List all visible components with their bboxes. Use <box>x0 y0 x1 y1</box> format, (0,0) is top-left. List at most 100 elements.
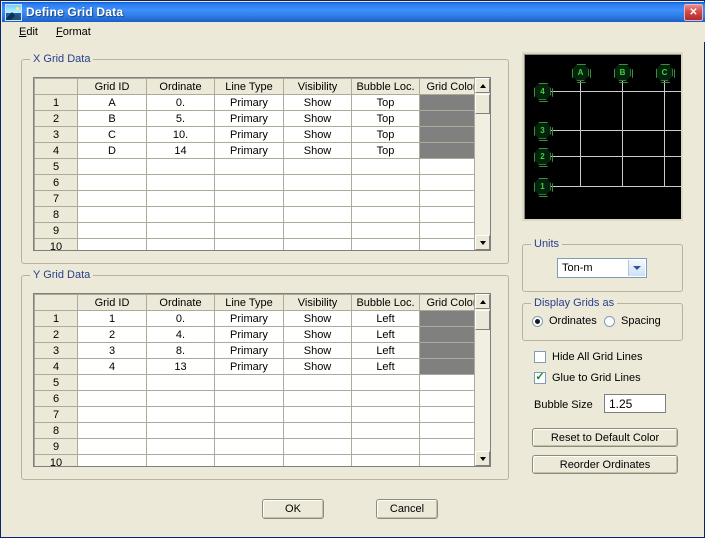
cell-ordinate[interactable] <box>146 222 215 239</box>
cell-rownum[interactable]: 10 <box>34 454 78 466</box>
cell-rownum[interactable]: 6 <box>34 390 78 407</box>
col-header-visibility[interactable]: Visibility <box>283 78 352 95</box>
x-grid-table-container[interactable]: Grid ID Ordinate Line Type Visibility Bu… <box>33 77 491 251</box>
table-row[interactable]: 1 1 0. Primary Show Left <box>34 310 484 327</box>
cell-line-type[interactable] <box>214 422 284 439</box>
table-row[interactable]: 7 <box>34 190 484 207</box>
cell-rownum[interactable]: 2 <box>34 326 78 343</box>
close-icon[interactable]: ✕ <box>684 4 703 21</box>
cell-ordinate[interactable]: 10. <box>146 126 215 143</box>
x-grid-vertical-scrollbar[interactable] <box>474 78 490 250</box>
cell-ordinate[interactable] <box>146 206 215 223</box>
cell-line-type[interactable] <box>214 438 284 455</box>
x-grid-table[interactable]: Grid ID Ordinate Line Type Visibility Bu… <box>34 78 484 250</box>
cell-ordinate[interactable] <box>146 238 215 250</box>
cell-rownum[interactable]: 7 <box>34 190 78 207</box>
cell-rownum[interactable]: 4 <box>34 358 78 375</box>
table-row[interactable]: 5 <box>34 374 484 391</box>
cell-visibility[interactable] <box>283 422 352 439</box>
cell-bubble-loc[interactable]: Left <box>351 310 420 327</box>
col-header-line-type[interactable]: Line Type <box>214 78 284 95</box>
cell-rownum[interactable]: 3 <box>34 126 78 143</box>
table-row[interactable]: 10 <box>34 454 484 466</box>
cell-ordinate[interactable] <box>146 374 215 391</box>
cell-visibility[interactable] <box>283 406 352 423</box>
cell-visibility[interactable] <box>283 438 352 455</box>
table-row[interactable]: 8 <box>34 422 484 439</box>
cell-grid-id[interactable] <box>77 454 147 466</box>
cell-ordinate[interactable]: 0. <box>146 310 215 327</box>
cell-bubble-loc[interactable] <box>351 374 420 391</box>
col-header-ordinate[interactable]: Ordinate <box>146 78 215 95</box>
cell-rownum[interactable]: 3 <box>34 342 78 359</box>
cell-line-type[interactable]: Primary <box>214 142 284 159</box>
checkbox-hide-all-grid-lines-indicator[interactable] <box>534 351 546 363</box>
cell-grid-id[interactable]: A <box>77 94 147 111</box>
cell-grid-id[interactable] <box>77 190 147 207</box>
cell-grid-id[interactable] <box>77 174 147 191</box>
radio-ordinates[interactable]: Ordinates <box>532 315 597 327</box>
cell-ordinate[interactable] <box>146 158 215 175</box>
cell-line-type[interactable] <box>214 374 284 391</box>
cell-line-type[interactable]: Primary <box>214 94 284 111</box>
y-grid-table[interactable]: Grid ID Ordinate Line Type Visibility Bu… <box>34 294 484 466</box>
scroll-thumb[interactable] <box>475 94 490 114</box>
table-row[interactable]: 9 <box>34 222 484 239</box>
cell-line-type[interactable] <box>214 238 284 250</box>
col-header-grid-id[interactable]: Grid ID <box>77 78 147 95</box>
cell-grid-id[interactable] <box>77 374 147 391</box>
cell-bubble-loc[interactable] <box>351 158 420 175</box>
cell-rownum[interactable]: 4 <box>34 142 78 159</box>
checkbox-hide-all-grid-lines[interactable]: Hide All Grid Lines <box>534 351 643 363</box>
radio-ordinates-indicator[interactable] <box>532 315 543 327</box>
radio-spacing-indicator[interactable] <box>604 315 615 327</box>
scroll-thumb[interactable] <box>475 310 490 330</box>
cell-line-type[interactable] <box>214 454 284 466</box>
cell-grid-id[interactable]: 1 <box>77 310 147 327</box>
table-row[interactable]: 7 <box>34 406 484 423</box>
cell-ordinate[interactable]: 0. <box>146 94 215 111</box>
scroll-down-icon[interactable] <box>475 451 490 466</box>
cell-line-type[interactable]: Primary <box>214 110 284 127</box>
scroll-up-icon[interactable] <box>475 294 490 309</box>
cell-visibility[interactable]: Show <box>283 126 352 143</box>
cell-bubble-loc[interactable] <box>351 222 420 239</box>
cell-bubble-loc[interactable] <box>351 206 420 223</box>
cell-ordinate[interactable] <box>146 438 215 455</box>
col-header-rownum[interactable] <box>34 294 78 311</box>
cell-line-type[interactable] <box>214 190 284 207</box>
cell-rownum[interactable]: 7 <box>34 406 78 423</box>
cell-rownum[interactable]: 8 <box>34 422 78 439</box>
table-row[interactable]: 8 <box>34 206 484 223</box>
cell-grid-id[interactable]: 3 <box>77 342 147 359</box>
cell-rownum[interactable]: 2 <box>34 110 78 127</box>
reorder-ordinates-button[interactable]: Reorder Ordinates <box>532 455 678 474</box>
cell-bubble-loc[interactable] <box>351 406 420 423</box>
cell-grid-id[interactable]: B <box>77 110 147 127</box>
table-row[interactable]: 5 <box>34 158 484 175</box>
cell-rownum[interactable]: 1 <box>34 94 78 111</box>
cell-ordinate[interactable]: 4. <box>146 326 215 343</box>
cell-ordinate[interactable]: 8. <box>146 342 215 359</box>
col-header-visibility[interactable]: Visibility <box>283 294 352 311</box>
cell-ordinate[interactable]: 14 <box>146 142 215 159</box>
cell-visibility[interactable]: Show <box>283 110 352 127</box>
cell-ordinate[interactable]: 13 <box>146 358 215 375</box>
cell-line-type[interactable] <box>214 158 284 175</box>
cell-grid-id[interactable]: D <box>77 142 147 159</box>
cell-visibility[interactable]: Show <box>283 342 352 359</box>
cell-visibility[interactable] <box>283 158 352 175</box>
cell-bubble-loc[interactable]: Left <box>351 326 420 343</box>
cell-line-type[interactable]: Primary <box>214 126 284 143</box>
cell-visibility[interactable]: Show <box>283 142 352 159</box>
cell-bubble-loc[interactable]: Top <box>351 94 420 111</box>
table-row[interactable]: 3 3 8. Primary Show Left <box>34 342 484 359</box>
cell-rownum[interactable]: 5 <box>34 374 78 391</box>
cell-rownum[interactable]: 8 <box>34 206 78 223</box>
cell-bubble-loc[interactable]: Top <box>351 126 420 143</box>
table-row[interactable]: 2 2 4. Primary Show Left <box>34 326 484 343</box>
cell-rownum[interactable]: 1 <box>34 310 78 327</box>
cell-bubble-loc[interactable]: Left <box>351 342 420 359</box>
cell-ordinate[interactable]: 5. <box>146 110 215 127</box>
cell-grid-id[interactable]: C <box>77 126 147 143</box>
